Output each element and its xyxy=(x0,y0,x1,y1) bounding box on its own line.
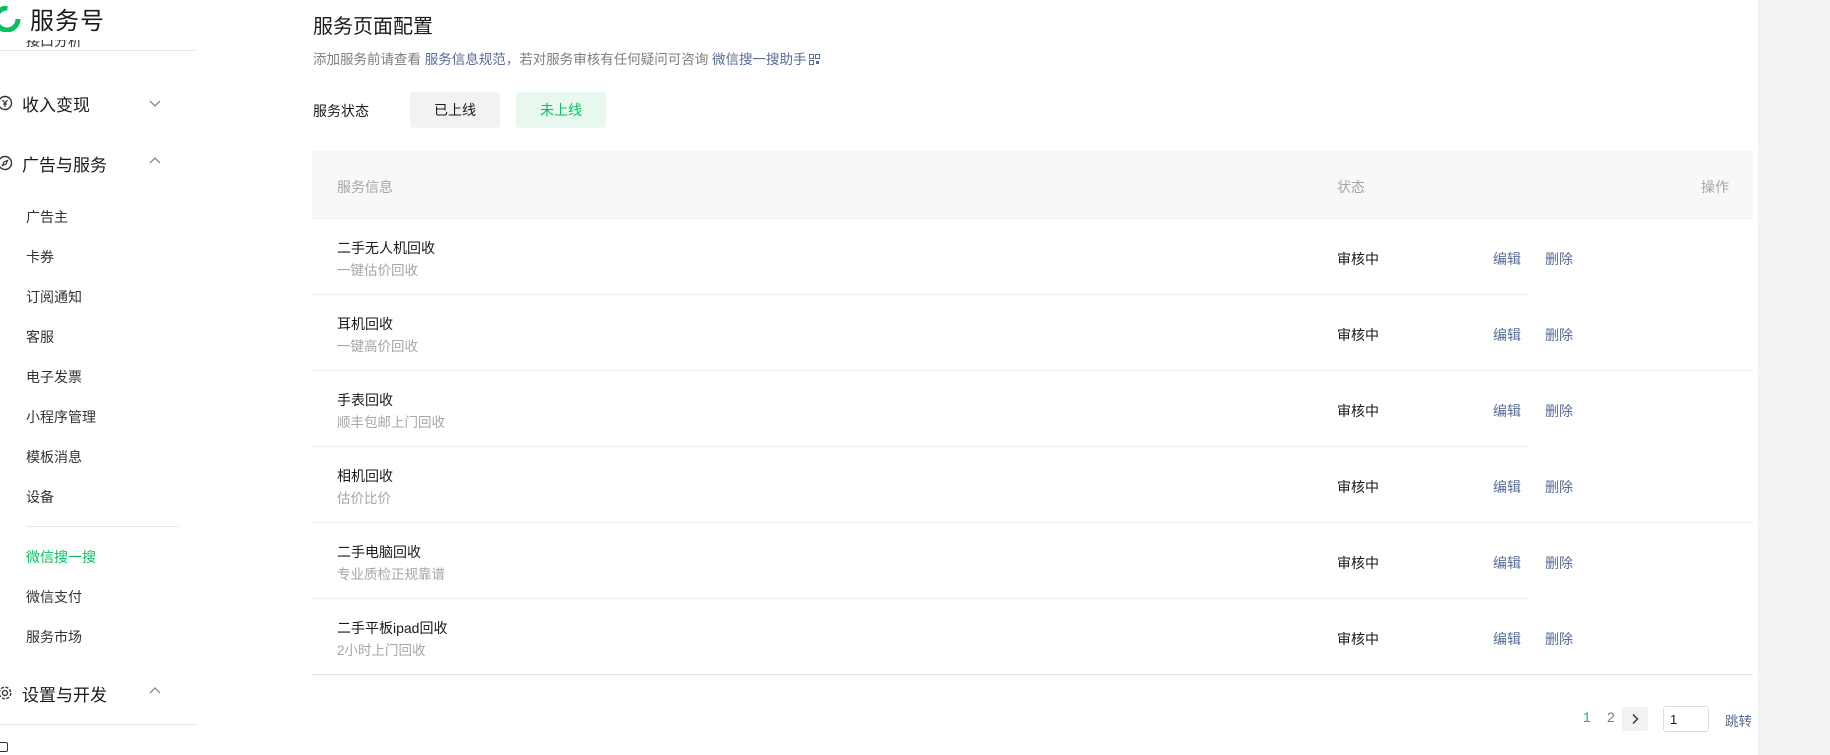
service-subtitle: 2小时上门回收 xyxy=(337,643,426,658)
chevron-up-icon xyxy=(148,684,162,698)
gear-icon xyxy=(0,684,14,702)
service-subtitle: 一键估价回收 xyxy=(337,263,418,278)
page-description: 添加服务前请查看 服务信息规范，若对服务审核有任何疑问可咨询 微信搜一搜助手 xyxy=(313,48,820,68)
yen-circle-icon xyxy=(0,94,14,112)
sidebar-group-label: 收入变现 xyxy=(22,95,90,115)
edit-button[interactable]: 编辑 xyxy=(1493,553,1521,573)
sidebar-item-subscribe-notify[interactable]: 订阅通知 xyxy=(26,287,82,307)
sidebar-item-advertiser[interactable]: 广告主 xyxy=(26,207,68,227)
edit-button[interactable]: 编辑 xyxy=(1493,249,1521,269)
status-filter-label: 服务状态 xyxy=(313,103,369,119)
delete-button[interactable]: 删除 xyxy=(1545,401,1573,421)
document-icon xyxy=(0,742,8,752)
service-status: 审核中 xyxy=(1337,327,1379,343)
delete-button[interactable]: 删除 xyxy=(1545,249,1573,269)
service-subtitle: 顺丰包邮上门回收 xyxy=(337,415,445,430)
sidebar-group-label: 广告与服务 xyxy=(22,155,107,175)
edit-button[interactable]: 编辑 xyxy=(1493,401,1521,421)
chevron-right-icon xyxy=(1632,714,1639,724)
filter-online-button[interactable]: 已上线 xyxy=(410,92,500,128)
service-status: 审核中 xyxy=(1337,479,1379,495)
table-row: 二手无人机回收 一键估价回收 审核中 编辑 删除 xyxy=(312,219,1753,295)
main-panel: 服务页面配置 添加服务前请查看 服务信息规范，若对服务审核有任何疑问可咨询 微信… xyxy=(272,0,1758,755)
table-row: 手表回收 顺丰包邮上门回收 审核中 编辑 删除 xyxy=(312,371,1753,447)
table-row: 耳机回收 一键高价回收 审核中 编辑 删除 xyxy=(312,294,1753,371)
service-subtitle: 专业质检正规靠谱 xyxy=(337,567,445,582)
table-row: 二手电脑回收 专业质检正规靠谱 审核中 编辑 删除 xyxy=(312,523,1753,599)
table-row: 相机回收 估价比价 审核中 编辑 删除 xyxy=(312,446,1753,523)
delete-button[interactable]: 删除 xyxy=(1545,325,1573,345)
brand-name: 服务号 xyxy=(30,7,105,35)
divider xyxy=(26,526,179,527)
brand: 服务号 xyxy=(0,0,105,36)
service-table: 服务信息 状态 操作 二手无人机回收 一键估价回收 审核中 编辑 删除 耳机回收… xyxy=(312,151,1753,675)
sidebar-item-coupons[interactable]: 卡券 xyxy=(26,247,54,267)
sidebar-item-miniprogram[interactable]: 小程序管理 xyxy=(26,407,96,427)
service-status: 审核中 xyxy=(1337,631,1379,647)
table-header: 服务信息 状态 操作 xyxy=(312,151,1753,219)
chevron-down-icon xyxy=(148,96,162,110)
sidebar-item-devices[interactable]: 设备 xyxy=(26,487,54,507)
delete-button[interactable]: 删除 xyxy=(1545,477,1573,497)
row-separator-gap xyxy=(1530,294,1753,295)
sidebar-item-e-invoice[interactable]: 电子发票 xyxy=(26,367,82,387)
sidebar-item-template-msg[interactable]: 模板消息 xyxy=(26,447,82,467)
page-1-button[interactable]: 1 xyxy=(1583,709,1591,725)
service-title: 手表回收 xyxy=(337,392,393,408)
column-header-info: 服务信息 xyxy=(337,179,393,195)
service-title: 二手平板ipad回收 xyxy=(337,620,448,636)
sidebar: 服务号 接口分析 收入变现 广告与服务 广告主 卡券 订阅通知 客服 电子发票 … xyxy=(0,0,272,755)
search-assistant-link[interactable]: 微信搜一搜助手 xyxy=(712,52,807,67)
sidebar-item-service-market[interactable]: 服务市场 xyxy=(26,627,82,647)
service-subtitle: 一键高价回收 xyxy=(337,339,418,354)
delete-button[interactable]: 删除 xyxy=(1545,553,1573,573)
page-jump-input[interactable] xyxy=(1663,706,1709,732)
sidebar-group-settings-dev[interactable]: 设置与开发 xyxy=(0,678,180,708)
service-title: 二手无人机回收 xyxy=(337,240,435,256)
sidebar-group-ads-services[interactable]: 广告与服务 xyxy=(0,148,180,178)
filter-offline-button[interactable]: 未上线 xyxy=(516,92,606,128)
service-status: 审核中 xyxy=(1337,403,1379,419)
divider xyxy=(0,50,196,51)
page-2-button[interactable]: 2 xyxy=(1607,709,1615,725)
delete-button[interactable]: 删除 xyxy=(1545,629,1573,649)
edit-button[interactable]: 编辑 xyxy=(1493,477,1521,497)
service-title: 二手电脑回收 xyxy=(337,544,421,560)
table-row: 二手平板ipad回收 2小时上门回收 审核中 编辑 删除 xyxy=(312,598,1753,675)
wechat-logo-icon xyxy=(0,6,21,32)
column-header-status: 状态 xyxy=(1337,179,1365,195)
qrcode-icon[interactable] xyxy=(808,53,820,65)
column-header-ops: 操作 xyxy=(1701,179,1729,195)
edit-button[interactable]: 编辑 xyxy=(1493,325,1521,345)
service-title: 相机回收 xyxy=(337,468,393,484)
sidebar-group-income[interactable]: 收入变现 xyxy=(0,88,180,118)
edit-button[interactable]: 编辑 xyxy=(1493,629,1521,649)
sidebar-item-wechat-search[interactable]: 微信搜一搜 xyxy=(26,547,96,567)
service-subtitle: 估价比价 xyxy=(337,491,391,506)
service-title: 耳机回收 xyxy=(337,316,393,332)
divider xyxy=(0,724,196,725)
row-separator-gap xyxy=(1530,446,1753,447)
jump-button[interactable]: 跳转 xyxy=(1725,710,1752,730)
next-page-button[interactable] xyxy=(1622,707,1648,731)
page-title: 服务页面配置 xyxy=(313,16,433,38)
service-status: 审核中 xyxy=(1337,251,1379,267)
chevron-up-icon xyxy=(148,154,162,168)
compass-icon xyxy=(0,154,14,172)
row-separator-gap xyxy=(1530,598,1753,599)
service-spec-link[interactable]: 服务信息规范 xyxy=(425,52,506,67)
sidebar-item-customer-service[interactable]: 客服 xyxy=(26,327,54,347)
sidebar-group-label: 设置与开发 xyxy=(22,685,107,705)
sidebar-item-wechat-pay[interactable]: 微信支付 xyxy=(26,587,82,607)
service-status: 审核中 xyxy=(1337,555,1379,571)
